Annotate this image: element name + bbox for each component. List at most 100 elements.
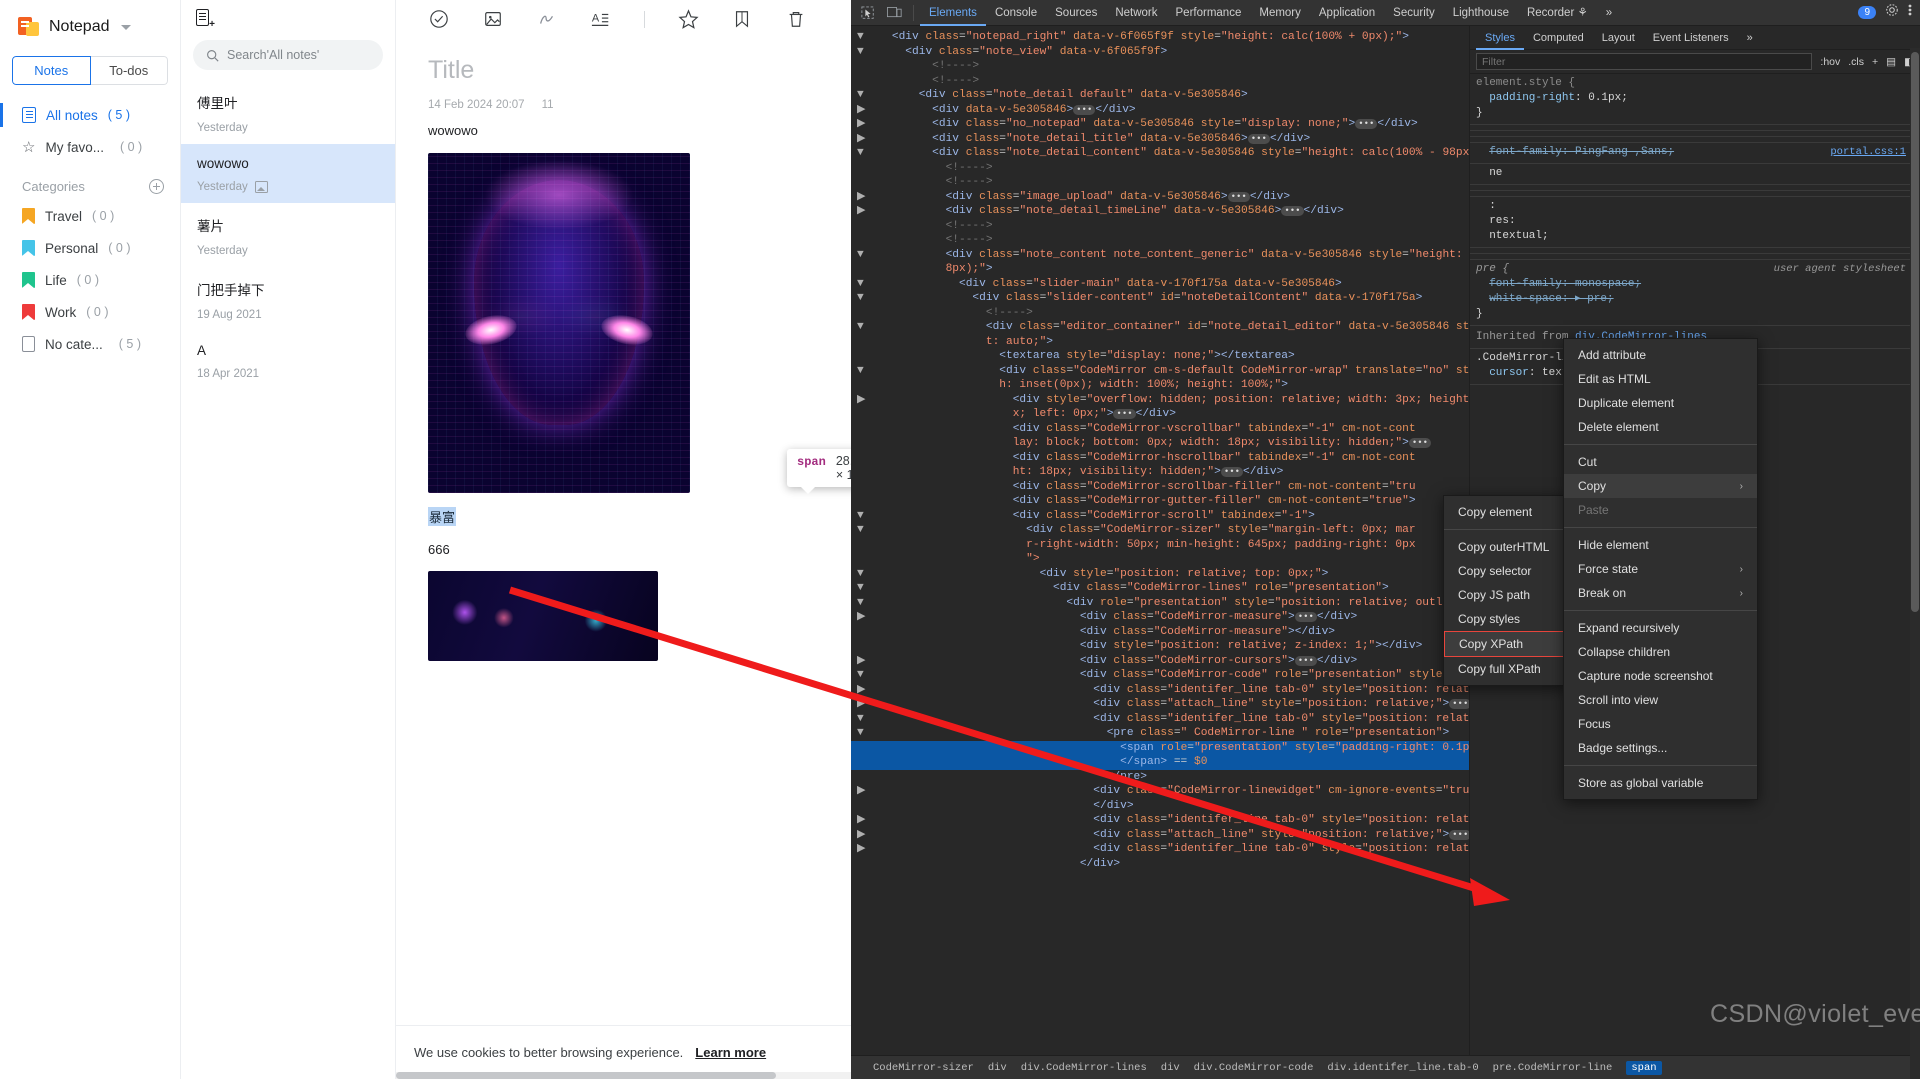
menu-item[interactable]: Duplicate element [1564, 391, 1757, 415]
dom-node-line[interactable]: ▶ <div class="no_notepad" data-v-5e30584… [851, 117, 1469, 132]
menu-item[interactable]: Copy outerHTML [1444, 535, 1567, 559]
style-declaration[interactable]: padding-right: 0.1px; [1476, 91, 1920, 106]
dom-node-line[interactable]: </span> == $0 [851, 755, 1469, 770]
style-declaration[interactable]: : [1476, 199, 1920, 214]
dom-node-line[interactable]: ▼ <pre class=" CodeMirror-line " role="p… [851, 726, 1469, 741]
tab-performance[interactable]: Performance [1167, 0, 1251, 26]
breadcrumb-item[interactable]: div.CodeMirror-code [1194, 1062, 1314, 1074]
breadcrumb-item[interactable]: span [1626, 1060, 1662, 1075]
tab-security[interactable]: Security [1384, 0, 1444, 26]
dom-node-line[interactable]: </pre> [851, 770, 1469, 785]
menu-item[interactable]: Copy element [1444, 500, 1567, 524]
dom-node-line[interactable]: <!----> [851, 161, 1469, 176]
tab-computed[interactable]: Computed [1524, 26, 1593, 50]
dom-node-line[interactable]: </div> [851, 857, 1469, 872]
dom-node-line[interactable]: ▶ <div class="identifer_line tab-0" styl… [851, 842, 1469, 857]
menu-item[interactable]: Capture node screenshot [1564, 664, 1757, 688]
new-note-icon[interactable]: + [195, 8, 215, 30]
text-format-icon[interactable]: A [590, 8, 612, 30]
tab-console[interactable]: Console [986, 0, 1046, 26]
style-rule[interactable]: element.style { padding-right: 0.1px;} [1470, 74, 1920, 125]
menu-item[interactable]: Cut [1564, 450, 1757, 474]
trash-icon[interactable] [785, 8, 807, 30]
app-brand[interactable]: Notepad [0, 6, 180, 48]
breadcrumb-item[interactable]: div.CodeMirror-lines [1021, 1062, 1147, 1074]
more-tabs-icon[interactable]: » [1597, 0, 1621, 26]
dom-node-line[interactable]: <!----> [851, 175, 1469, 190]
sidebar-item-travel[interactable]: Travel ( 0 ) [0, 200, 180, 232]
style-rule[interactable]: user agent stylesheet pre { font-family: … [1470, 260, 1920, 326]
sidebar-item-my-favorites[interactable]: ☆ My favo... ( 0 ) [0, 131, 180, 163]
dom-node-line[interactable]: <div class="CodeMirror-vscrollbar" tabin… [851, 422, 1469, 437]
dom-node-line[interactable]: <div class="CodeMirror-scrollbar-filler"… [851, 480, 1469, 495]
tab-memory[interactable]: Memory [1250, 0, 1310, 26]
dom-node-line[interactable]: lay: block; bottom: 0px; width: 18px; vi… [851, 436, 1469, 451]
menu-item[interactable]: Focus [1564, 712, 1757, 736]
styles-filter-input[interactable] [1476, 53, 1813, 70]
dom-node-line[interactable]: <textarea style="display: none;"></texta… [851, 349, 1469, 364]
dom-node-line[interactable]: <!----> [851, 74, 1469, 89]
breadcrumb[interactable]: CodeMirror-sizer div div.CodeMirror-lines d… [851, 1055, 1920, 1079]
sidebar-item-personal[interactable]: Personal ( 0 ) [0, 232, 180, 264]
dom-node-line[interactable]: <span role="presentation" style="padding… [851, 740, 1469, 755]
styles-more-tabs-icon[interactable]: » [1738, 26, 1762, 50]
dom-node-line[interactable]: <!----> [851, 233, 1469, 248]
tab-styles[interactable]: Styles [1476, 26, 1524, 50]
dom-node-line[interactable]: ▶ <div class="CodeMirror-cursors"> ••• </d… [851, 654, 1469, 669]
dom-node-line[interactable]: h: inset(0px); width: 100%; height: 100%… [851, 378, 1469, 393]
dom-node-line[interactable]: <!----> [851, 219, 1469, 234]
menu-item[interactable]: Scroll into view [1564, 688, 1757, 712]
tab-application[interactable]: Application [1310, 0, 1384, 26]
menu-item[interactable]: Copy XPath [1444, 631, 1567, 657]
menu-item[interactable]: Break on › [1564, 581, 1757, 605]
dom-node-line[interactable]: <!----> [851, 59, 1469, 74]
dom-node-line[interactable]: ▶ <div class="note_detail_timeLine" data… [851, 204, 1469, 219]
learn-more-link[interactable]: Learn more [695, 1045, 766, 1060]
image-icon[interactable] [482, 8, 504, 30]
list-item[interactable]: 薯片 Yesterday [181, 203, 395, 267]
dom-node-line[interactable]: ▼ <div role="presentation" style="positi… [851, 596, 1469, 611]
tab-sources[interactable]: Sources [1046, 0, 1106, 26]
dom-node-line[interactable]: ▶ <div class="attach_line" style="positi… [851, 697, 1469, 712]
styles-scrollbar-thumb[interactable] [1911, 52, 1919, 612]
menu-item[interactable]: Copy JS path [1444, 583, 1567, 607]
check-circle-icon[interactable] [428, 8, 450, 30]
dom-node-line[interactable]: ▼ <div class="note_content note_content_… [851, 248, 1469, 263]
breadcrumb-item[interactable]: div.identifer_line.tab-0 [1327, 1062, 1478, 1074]
dom-node-line[interactable]: ▼ <div class="slider-content" id="noteDe… [851, 291, 1469, 306]
tab-network[interactable]: Network [1106, 0, 1166, 26]
bookmark-icon[interactable] [731, 8, 753, 30]
tab-elements[interactable]: Elements [920, 0, 986, 26]
settings-gear-icon[interactable] [1885, 3, 1899, 22]
dom-node-line[interactable]: "> [851, 552, 1469, 567]
note-content-body[interactable]: wowowo 暴富 666 [396, 111, 851, 661]
dom-node-line[interactable]: ▶ <div class="CodeMirror-measure"> ••• </d… [851, 610, 1469, 625]
menu-item[interactable]: Add attribute [1564, 343, 1757, 367]
list-item[interactable]: A 18 Apr 2021 [181, 331, 395, 390]
dom-node-line[interactable]: ▼ <div class="note_detail default" data-… [851, 88, 1469, 103]
new-style-rule-button[interactable]: + [1872, 56, 1878, 68]
sidebar-item-life[interactable]: Life ( 0 ) [0, 264, 180, 296]
style-rule[interactable]: portal.css:1 font-family: PingFang ,Sans… [1470, 143, 1920, 164]
dom-node-line[interactable]: ▶ <div class="identifer_line tab-0" styl… [851, 813, 1469, 828]
selected-text-span[interactable]: 暴富 [428, 507, 457, 526]
pen-icon[interactable] [536, 8, 558, 30]
dom-node-line[interactable]: ▼ <div style="position: relative; top: 0… [851, 567, 1469, 582]
menu-item[interactable]: Badge settings... [1564, 736, 1757, 760]
dom-node-line[interactable]: ▶ <div class="attach_line" style="positi… [851, 828, 1469, 843]
menu-item[interactable]: Store as global variable [1564, 771, 1757, 795]
dom-node-line[interactable]: r-right-width: 50px; min-height: 645px; … [851, 538, 1469, 553]
dom-node-line[interactable]: ▼ <div class="note_view" data-v-6f065f9f… [851, 45, 1469, 60]
style-declaration[interactable]: white-space: ▸ pre; [1476, 292, 1920, 307]
dom-node-line[interactable]: ▼ <div class="CodeMirror-code" role="pre… [851, 668, 1469, 683]
add-category-icon[interactable] [149, 179, 164, 194]
menu-item[interactable]: Force state › [1564, 557, 1757, 581]
style-rule[interactable]: : res: ntextual; [1470, 197, 1920, 248]
copy-styles-icon[interactable]: ▤ [1886, 56, 1896, 68]
inspect-element-icon[interactable] [855, 1, 881, 25]
dom-node-line[interactable]: <div style="position: relative; z-index:… [851, 639, 1469, 654]
dom-node-line[interactable]: <!----> [851, 306, 1469, 321]
dom-node-line[interactable]: ▼ <div class="CodeMirror-sizer" style="m… [851, 523, 1469, 538]
dom-node-line[interactable]: ▶ <div data-v-5e305846> ••• </div> [851, 103, 1469, 118]
tab-event-listeners[interactable]: Event Listeners [1644, 26, 1738, 50]
